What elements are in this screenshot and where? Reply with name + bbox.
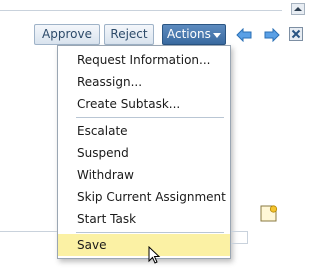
reject-button[interactable]: Reject	[104, 24, 154, 45]
close-icon[interactable]	[289, 27, 303, 41]
menu-separator	[76, 232, 224, 233]
sticky-note-icon[interactable]	[259, 203, 279, 223]
arrow-left-icon[interactable]	[236, 27, 252, 43]
menu-item-skip-current-assignment[interactable]: Skip Current Assignment	[58, 186, 230, 208]
menu-item-start-task[interactable]: Start Task	[58, 208, 230, 230]
header-divider	[0, 10, 282, 11]
field-border	[231, 231, 248, 244]
menu-item-save[interactable]: Save	[58, 234, 230, 256]
menu-item-escalate[interactable]: Escalate	[58, 120, 230, 142]
arrow-right-icon[interactable]	[264, 27, 280, 43]
mouse-pointer-icon	[148, 245, 162, 266]
scroll-up-icon[interactable]	[291, 3, 305, 15]
actions-button[interactable]: Actions	[162, 24, 226, 45]
actions-button-label: Actions	[167, 27, 211, 41]
menu-item-reassign[interactable]: Reassign...	[58, 71, 230, 93]
menu-separator	[76, 117, 224, 118]
menu-item-withdraw[interactable]: Withdraw	[58, 164, 230, 186]
field-border	[0, 231, 57, 232]
menu-item-request-information[interactable]: Request Information...	[58, 49, 230, 71]
chevron-down-icon	[213, 33, 221, 38]
menu-item-suspend[interactable]: Suspend	[58, 142, 230, 164]
menu-item-create-subtask[interactable]: Create Subtask...	[58, 93, 230, 115]
actions-menu: Request Information... Reassign... Creat…	[57, 45, 231, 259]
approve-button[interactable]: Approve	[34, 24, 100, 45]
